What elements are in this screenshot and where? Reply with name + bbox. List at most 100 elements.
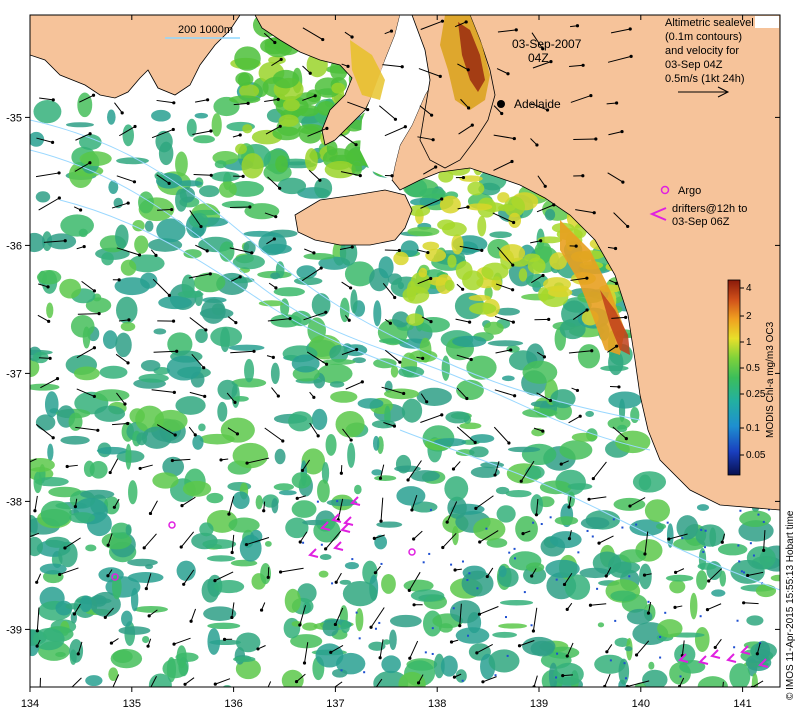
velocity-arrow-head (319, 266, 323, 270)
velocity-arrow-head (63, 546, 67, 550)
velocity-arrow-head (379, 519, 383, 523)
chlorophyll-patch (639, 563, 652, 590)
date-line1: 03-Sep-2007 (512, 37, 582, 51)
chlorophyll-speck (612, 518, 615, 521)
chlorophyll-patch (746, 615, 764, 626)
chlorophyll-patch (335, 410, 365, 438)
velocity-arrow-head (470, 123, 474, 127)
chlorophyll-patch (551, 285, 569, 292)
velocity-arrow-head (628, 504, 632, 508)
chlorophyll-patch (527, 257, 546, 274)
velocity-arrow-head (369, 694, 372, 697)
chlorophyll-patch (689, 592, 698, 620)
chlorophyll-patch (492, 631, 517, 638)
chlorophyll-patch (344, 562, 360, 570)
velocity-arrow-head (126, 421, 130, 426)
velocity-arrow-head (512, 220, 516, 225)
velocity-arrow-head (137, 253, 142, 257)
chlorophyll-patch (372, 435, 380, 451)
chlorophyll-patch (451, 525, 459, 546)
chlorophyll-patch (194, 112, 209, 119)
x-tick-label: 134 (21, 698, 39, 710)
chlorophyll-patch (60, 214, 94, 237)
chlorophyll-speck (704, 546, 707, 549)
velocity-arrow-head (271, 355, 275, 359)
chlorophyll-patch (211, 113, 222, 137)
chlorophyll-speck (468, 572, 471, 575)
chlorophyll-patch (296, 265, 317, 279)
x-tick-label: 140 (632, 698, 650, 710)
velocity-arrow-head (334, 580, 338, 584)
velocity-arrow-head (106, 574, 110, 578)
chlorophyll-patch (340, 620, 350, 634)
velocity-arrow-head (312, 395, 316, 399)
chlorophyll-patch (85, 675, 103, 687)
velocity-arrow-head (581, 174, 585, 178)
velocity-arrow-head (543, 184, 547, 188)
velocity-arrow-head (552, 203, 556, 207)
velocity-arrow-head (76, 652, 80, 656)
adelaide-label: Adelaide (514, 97, 561, 111)
chlorophyll-speck (508, 551, 511, 554)
chlorophyll-speck (428, 552, 431, 555)
chlorophyll-patch (175, 188, 188, 212)
velocity-arrow-head (233, 400, 237, 404)
chlorophyll-patch (452, 335, 487, 348)
chlorophyll-speck (340, 669, 343, 672)
velocity-arrow-head (614, 281, 619, 285)
chlorophyll-patch (127, 572, 164, 583)
chlorophyll-patch (655, 523, 667, 530)
chlorophyll-patch (193, 135, 215, 144)
velocity-arrow-head (78, 208, 83, 212)
velocity-arrow (77, 313, 100, 315)
chlorophyll-patch (278, 114, 299, 127)
velocity-arrow-head (354, 143, 358, 147)
chlorophyll-patch (115, 332, 132, 358)
chlorophyll-patch (497, 192, 510, 203)
velocity-arrow-head (324, 362, 329, 366)
chlorophyll-patch (69, 638, 84, 663)
velocity-arrow-head (172, 642, 176, 646)
chlorophyll-patch (447, 254, 457, 268)
velocity-arrow-head (615, 101, 619, 105)
chlorophyll-patch (455, 627, 490, 644)
velocity-arrow-head (193, 433, 197, 437)
chlorophyll-speck (577, 551, 580, 554)
chlorophyll-speck (378, 621, 381, 624)
chlorophyll-patch (506, 345, 520, 353)
velocity-arrow-head (467, 106, 471, 110)
chlorophyll-patch (577, 344, 601, 369)
velocity-arrow-head (148, 511, 153, 516)
chlorophyll-patch (116, 296, 138, 324)
velocity-arrow-head (92, 289, 97, 293)
velocity-arrow-head (535, 143, 539, 147)
chlorophyll-speck (591, 535, 594, 538)
chlorophyll-patch (325, 433, 337, 456)
chlorophyll-speck (736, 619, 739, 622)
chlorophyll-patch (648, 661, 655, 670)
x-tick-label: 139 (530, 698, 548, 710)
velocity-arrow-head (324, 310, 328, 314)
velocity-arrow-head (585, 308, 589, 312)
colorbar-tick-label: 0.5 (746, 363, 760, 374)
velocity-arrow-head (133, 124, 137, 129)
chlorophyll-patch (73, 366, 100, 381)
velocity-arrow-head (278, 124, 282, 128)
chlorophyll-patch (182, 480, 212, 497)
velocity-arrow-head (58, 572, 62, 577)
velocity-arrow-head (440, 413, 444, 417)
velocity-arrow-head (204, 328, 208, 332)
chlorophyll-patch (755, 640, 771, 661)
velocity-arrow-head (402, 391, 406, 396)
velocity-arrow-head (266, 575, 270, 579)
velocity-arrow-head (481, 680, 485, 684)
chlorophyll-patch (554, 516, 579, 526)
velocity-arrow-head (393, 117, 398, 121)
chlorophyll-patch (281, 669, 304, 687)
chlorophyll-speck (506, 654, 509, 657)
chlorophyll-patch (30, 383, 60, 391)
chlorophyll-patch (378, 338, 409, 344)
velocity-arrow-head (167, 181, 171, 185)
chlorophyll-patch (505, 489, 532, 498)
chlorophyll-patch (270, 362, 280, 385)
